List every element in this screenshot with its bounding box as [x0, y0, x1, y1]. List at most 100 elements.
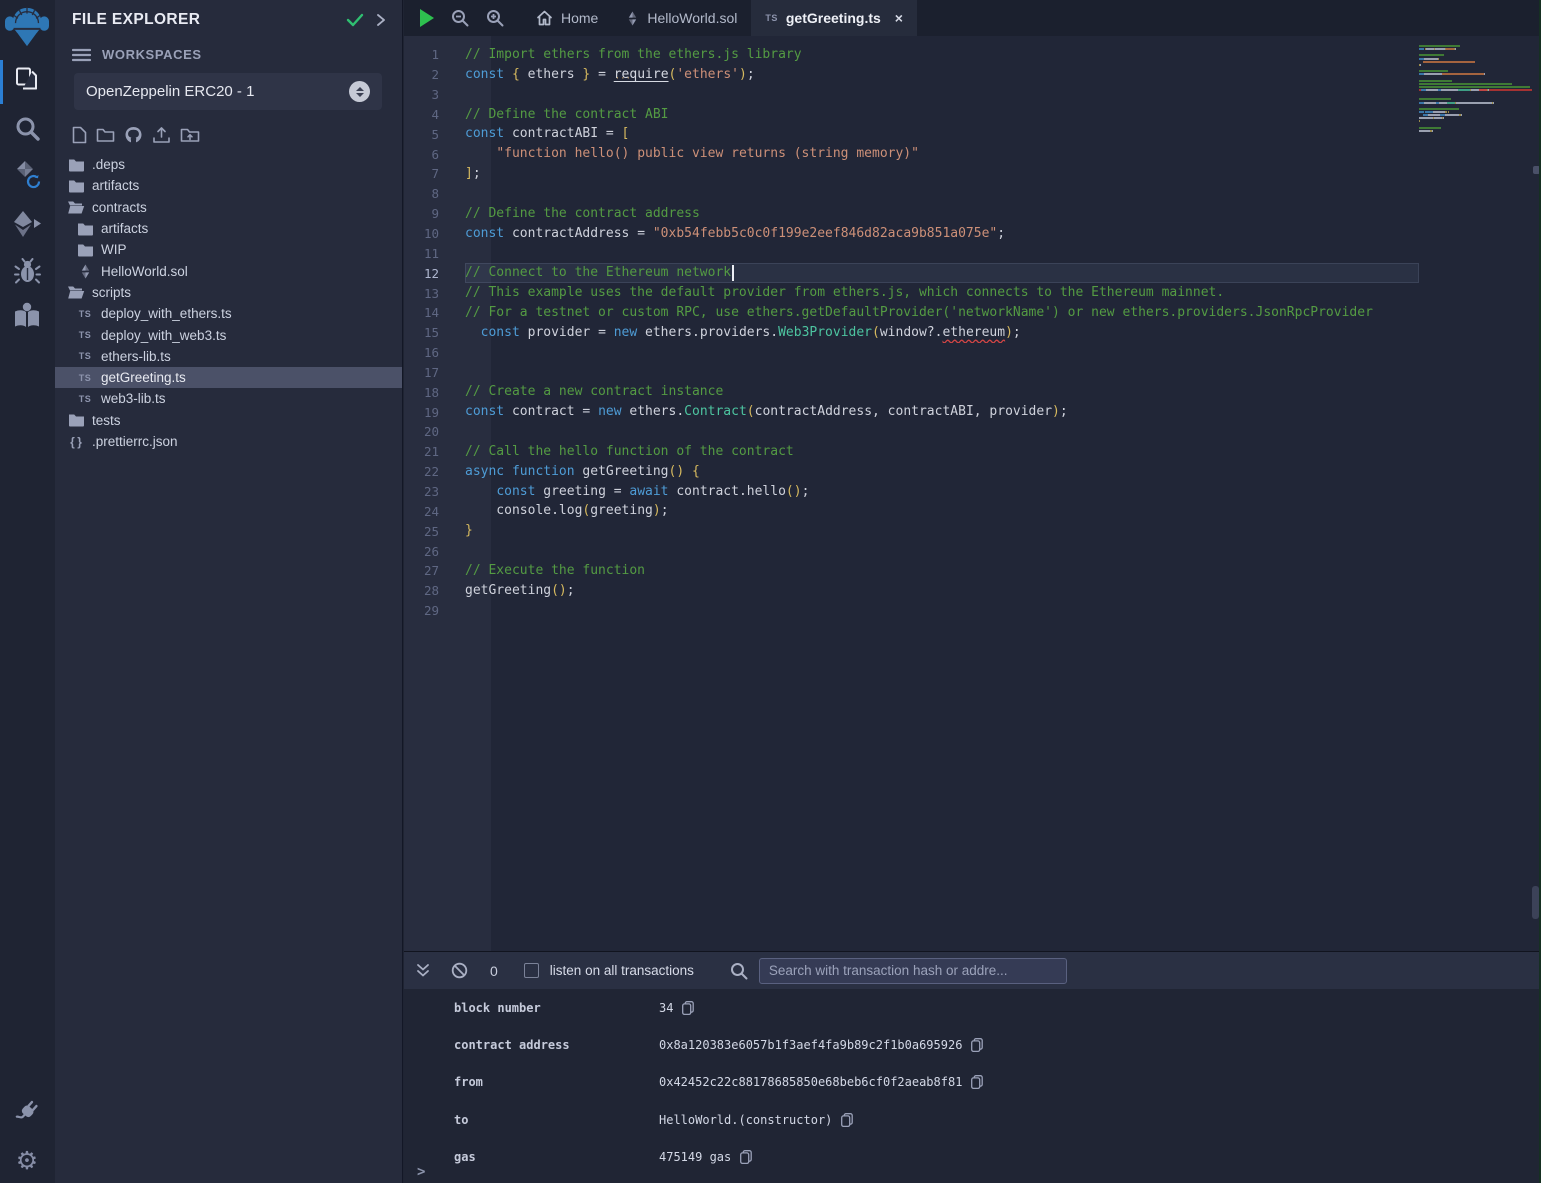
learneth-icon[interactable]	[0, 302, 54, 329]
copy-icon[interactable]	[971, 1038, 983, 1052]
workspace-select[interactable]: OpenZeppelin ERC20 - 1	[74, 73, 382, 110]
code-line-25[interactable]: 25}	[404, 521, 1419, 541]
tree-item--prettierrc-json[interactable]: { }.prettierrc.json	[55, 431, 402, 452]
minimap[interactable]	[1419, 36, 1532, 136]
tx-detail-value: HelloWorld.(constructor)	[659, 1113, 832, 1127]
file-explorer-icon[interactable]	[0, 66, 54, 92]
upload-folder-icon[interactable]	[180, 127, 200, 143]
run-script-button[interactable]	[420, 9, 434, 27]
zoom-out-icon[interactable]	[451, 9, 469, 27]
code-line-16[interactable]: 16	[404, 343, 1419, 363]
code-line-6[interactable]: 6 "function hello() public view returns …	[404, 144, 1419, 164]
listen-transactions-label: listen on all transactions	[550, 963, 694, 978]
code-line-26[interactable]: 26	[404, 541, 1419, 561]
code-line-27[interactable]: 27// Execute the function	[404, 561, 1419, 581]
new-folder-icon[interactable]	[96, 127, 115, 143]
code-line-19[interactable]: 19const contract = new ethers.Contract(c…	[404, 402, 1419, 422]
terminal-prompt[interactable]: >	[417, 1164, 425, 1180]
line-content: // Call the hello function of the contra…	[465, 442, 1419, 462]
tx-detail-value: 475149 gas	[659, 1150, 731, 1164]
code-line-5[interactable]: 5const contractABI = [	[404, 124, 1419, 144]
terminal-search-input[interactable]	[759, 958, 1067, 984]
code-line-9[interactable]: 9// Define the contract address	[404, 204, 1419, 224]
code-line-17[interactable]: 17	[404, 363, 1419, 383]
plugin-manager-icon[interactable]	[0, 1098, 54, 1125]
tree-item-deploy-with-web3-ts[interactable]: TSdeploy_with_web3.ts	[55, 324, 402, 345]
tx-detail-row-block-number: block number34	[404, 989, 1541, 1026]
line-number: 4	[404, 107, 465, 122]
line-number: 23	[404, 484, 465, 499]
file-tree: .depsartifactscontractsartifactsWIPHello…	[55, 154, 402, 452]
listen-transactions-checkbox[interactable]	[524, 963, 539, 978]
tx-detail-label: contract address	[454, 1038, 659, 1052]
line-content: const contract = new ethers.Contract(con…	[465, 402, 1419, 422]
line-number: 2	[404, 67, 465, 82]
zoom-in-icon[interactable]	[486, 9, 504, 27]
collapse-terminal-icon[interactable]	[416, 963, 430, 978]
search-icon[interactable]	[0, 116, 54, 141]
tree-item-scripts[interactable]: scripts	[55, 282, 402, 303]
copy-icon[interactable]	[971, 1075, 983, 1089]
collapse-panel-icon[interactable]	[376, 13, 386, 27]
tree-item-artifacts[interactable]: artifacts	[55, 175, 402, 196]
code-line-28[interactable]: 28getGreeting();	[404, 581, 1419, 601]
upload-file-icon[interactable]	[152, 126, 171, 144]
tree-item-web3-lib-ts[interactable]: TSweb3-lib.ts	[55, 388, 402, 409]
tx-detail-row-to: toHelloWorld.(constructor)	[404, 1101, 1541, 1138]
terminal-scrollbar[interactable]	[1532, 886, 1539, 919]
code-line-3[interactable]: 3	[404, 85, 1419, 105]
line-number: 18	[404, 385, 465, 400]
code-line-21[interactable]: 21// Call the hello function of the cont…	[404, 442, 1419, 462]
ts-icon: TS	[75, 330, 95, 340]
code-line-11[interactable]: 11	[404, 243, 1419, 263]
line-number: 21	[404, 444, 465, 459]
code-line-22[interactable]: 22async function getGreeting() {	[404, 462, 1419, 482]
tree-item-ethers-lib-ts[interactable]: TSethers-lib.ts	[55, 346, 402, 367]
clear-console-icon[interactable]	[451, 962, 468, 979]
tab-helloworld-sol[interactable]: HelloWorld.sol	[612, 0, 751, 36]
code-line-14[interactable]: 14// For a testnet or custom RPC, use et…	[404, 303, 1419, 323]
solidity-compiler-icon[interactable]	[0, 160, 54, 194]
workspaces-menu-icon[interactable]	[72, 48, 91, 62]
copy-icon[interactable]	[682, 1001, 694, 1015]
tx-detail-row-gas: gas475149 gas	[404, 1139, 1541, 1176]
code-line-20[interactable]: 20	[404, 422, 1419, 442]
code-line-8[interactable]: 8	[404, 184, 1419, 204]
deploy-and-run-icon[interactable]	[0, 210, 54, 238]
tree-item-contracts[interactable]: contracts	[55, 197, 402, 218]
copy-icon[interactable]	[841, 1113, 853, 1127]
code-line-29[interactable]: 29	[404, 601, 1419, 621]
code-line-7[interactable]: 7];	[404, 164, 1419, 184]
tab-getgreeting-ts[interactable]: TSgetGreeting.ts×	[751, 0, 917, 36]
tree-item-deploy-with-ethers-ts[interactable]: TSdeploy_with_ethers.ts	[55, 303, 402, 324]
new-file-icon[interactable]	[72, 126, 87, 144]
code-editor[interactable]: 1// Import ethers from the ethers.js lib…	[404, 36, 1541, 951]
tree-item-label: getGreeting.ts	[101, 370, 186, 385]
code-line-2[interactable]: 2const { ethers } = require('ethers');	[404, 65, 1419, 85]
tx-detail-value: 34	[659, 1001, 673, 1015]
check-icon[interactable]	[346, 13, 364, 27]
tab-home[interactable]: Home	[522, 0, 612, 36]
code-line-23[interactable]: 23 const greeting = await contract.hello…	[404, 482, 1419, 502]
remix-logo-icon[interactable]	[0, 4, 54, 48]
tree-item-tests[interactable]: tests	[55, 410, 402, 431]
close-tab-icon[interactable]: ×	[895, 10, 903, 26]
code-line-24[interactable]: 24 console.log(greeting);	[404, 501, 1419, 521]
code-line-18[interactable]: 18// Create a new contract instance	[404, 382, 1419, 402]
code-line-1[interactable]: 1// Import ethers from the ethers.js lib…	[404, 45, 1419, 65]
tree-item-helloworld-sol[interactable]: HelloWorld.sol	[55, 260, 402, 281]
tree-item-label: .prettierrc.json	[92, 434, 178, 449]
tree-item-getgreeting-ts[interactable]: TSgetGreeting.ts	[55, 367, 402, 388]
copy-icon[interactable]	[740, 1150, 752, 1164]
code-line-10[interactable]: 10const contractAddress = "0xb54febb5c0c…	[404, 224, 1419, 244]
code-line-13[interactable]: 13// This example uses the default provi…	[404, 283, 1419, 303]
debugger-icon[interactable]	[0, 258, 54, 285]
settings-icon[interactable]: ⚙	[0, 1148, 54, 1173]
tree-item-wip[interactable]: WIP	[55, 239, 402, 260]
tree-item--deps[interactable]: .deps	[55, 154, 402, 175]
code-line-4[interactable]: 4// Define the contract ABI	[404, 105, 1419, 125]
github-clone-icon[interactable]	[124, 126, 143, 144]
code-line-12[interactable]: 12// Connect to the Ethereum network	[404, 263, 1419, 283]
code-line-15[interactable]: 15 const provider = new ethers.providers…	[404, 323, 1419, 343]
tree-item-artifacts[interactable]: artifacts	[55, 218, 402, 239]
